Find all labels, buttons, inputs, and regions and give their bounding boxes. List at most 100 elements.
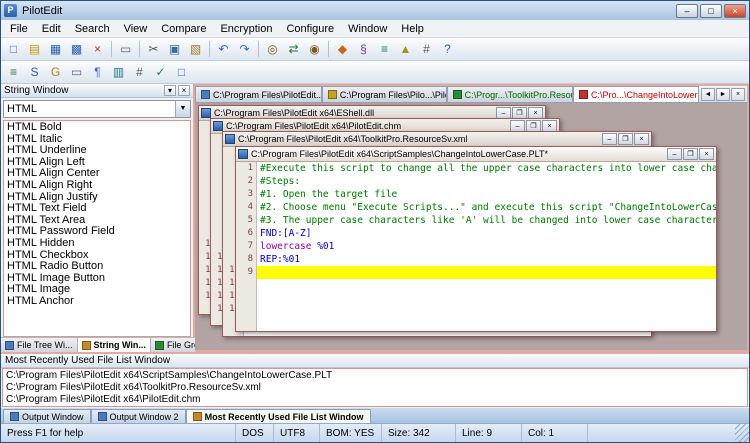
string-list-item[interactable]: HTML Text Field (4, 203, 190, 215)
bottom-tab-3[interactable]: Most Recently Used File List Window (185, 409, 371, 423)
encrypt-icon: ▲ (399, 42, 412, 56)
redo-button[interactable]: ↷ (235, 40, 254, 59)
close-button[interactable]: × (724, 3, 746, 18)
active-gutter: 1 2 3 4 5 6 7 8 9 (236, 162, 257, 331)
undo-icon: ↶ (218, 42, 229, 56)
new-file-button[interactable]: □ (4, 40, 23, 59)
code-line[interactable]: #Steps: (260, 175, 716, 188)
word-wrap-button[interactable]: ¶ (88, 63, 107, 82)
save-button[interactable]: ▦ (46, 40, 65, 59)
string-list-item[interactable]: HTML Radio Button (4, 261, 190, 273)
bookmark-button[interactable]: ◆ (333, 40, 352, 59)
menu-view-button[interactable]: View (117, 21, 155, 37)
cut-button[interactable]: ✂ (144, 40, 163, 59)
chevron-down-icon[interactable]: ▼ (175, 101, 190, 117)
minimize-button[interactable]: – (676, 3, 698, 18)
document-tab-1[interactable]: C:\Program Files\PilotEdit...\EShell.dll (195, 86, 322, 102)
line-number: 8 (247, 254, 253, 264)
copy-button[interactable]: ▣ (165, 40, 184, 59)
menu-help-button[interactable]: Help (394, 21, 431, 37)
menu-configure-button[interactable]: Configure (279, 21, 341, 37)
maximize-button[interactable]: □ (700, 3, 722, 18)
line-number: 2 (247, 176, 253, 186)
open-file-button[interactable]: ▤ (25, 40, 44, 59)
recent-file-item[interactable]: C:\Program Files\PilotEdit x64\ScriptSam… (3, 370, 747, 382)
code-line[interactable]: #1. Open the target file (260, 188, 716, 201)
help-button[interactable]: ? (438, 40, 457, 59)
code-line[interactable]: FND:[A-Z] (260, 227, 716, 240)
panel-menu-button[interactable]: ▾ (164, 85, 176, 96)
document-tab-strip: C:\Program Files\PilotEdit...\EShell.dll… (195, 86, 699, 102)
encrypt-button[interactable]: ▲ (396, 40, 415, 59)
recent-file-item[interactable]: C:\Program Files\PilotEdit x64\ToolkitPr… (3, 382, 747, 394)
menu-file-button[interactable]: File (3, 21, 35, 37)
find-button[interactable]: ◎ (263, 40, 282, 59)
recent-files-title: Most Recently Used File List Window (1, 354, 749, 368)
sidebar-tab-2[interactable]: String Win... (77, 338, 151, 352)
tab-close-button[interactable]: × (731, 88, 745, 101)
save-all-button[interactable]: ▩ (67, 40, 86, 59)
child-restore-button[interactable]: ❐ (683, 148, 698, 160)
child-minimize-button[interactable]: – (602, 133, 617, 145)
paste-button[interactable]: ▧ (186, 40, 205, 59)
menu-search-button[interactable]: Search (68, 21, 117, 37)
undo-button[interactable]: ↶ (214, 40, 233, 59)
sidebar-tab-1[interactable]: File Tree Wi... (1, 338, 78, 352)
string-window-button[interactable]: S (25, 63, 44, 82)
file-tree-window-button[interactable]: ≡ (4, 63, 23, 82)
toolbar-separator (139, 41, 140, 57)
menu-window-button[interactable]: Window (341, 21, 394, 37)
replace-button[interactable]: ⇄ (284, 40, 303, 59)
sidebar-tabs: File Tree Wi... String Win... File Group/.… (1, 337, 224, 352)
column-mode-button[interactable]: ▥ (109, 63, 128, 82)
code-line[interactable]: lowercase %01 (260, 240, 716, 253)
string-list-item[interactable]: HTML Bold (4, 121, 190, 134)
bottom-tab-1[interactable]: Output Window (3, 409, 91, 423)
document-tab-3[interactable]: C:\Progr...\ToolkitPro.ResourceSv.xml (446, 86, 573, 102)
scripts-button[interactable]: § (354, 40, 373, 59)
tab-scroll-left-button[interactable]: ◄ (701, 88, 715, 101)
string-list-item[interactable]: HTML Align Right (4, 179, 190, 192)
print-button[interactable]: ▭ (116, 40, 135, 59)
recent-file-item[interactable]: C:\Program Files\PilotEdit x64\PilotEdit… (3, 394, 747, 406)
full-screen-button[interactable]: □ (172, 63, 191, 82)
find-in-files-button[interactable]: ◉ (305, 40, 324, 59)
code-line[interactable]: #3. The upper case characters like 'A' w… (260, 214, 716, 227)
tab-scroll-right-button[interactable]: ► (716, 88, 730, 101)
string-list: HTML Bold HTML Italic HTML Underline HTML A… (3, 120, 191, 337)
menu-encryption-button[interactable]: Encryption (213, 21, 279, 37)
document-tab-4[interactable]: C:\Pro...\ChangeIntoLowerCase.PLT* (572, 86, 699, 102)
bottom-tab-2[interactable]: Output Window 2 (90, 409, 186, 423)
menu-edit-button[interactable]: Edit (35, 21, 68, 37)
document-window-plt-active[interactable]: C:\Program Files\PilotEdit x64\ScriptSam… (235, 146, 717, 332)
hex-mode-button[interactable]: # (417, 40, 436, 59)
code-line[interactable] (257, 266, 716, 279)
document-tab-2[interactable]: C:\Program Files\Pilo...\PilotEdit.chm (321, 86, 447, 102)
compare-button[interactable]: ≡ (375, 40, 394, 59)
title-bar[interactable]: P PilotEdit – □ × (1, 1, 749, 20)
file-group-window-button[interactable]: G (46, 63, 65, 82)
line-numbers-button[interactable]: # (130, 63, 149, 82)
child-close-button[interactable]: × (634, 133, 649, 145)
code-line[interactable]: #Execute this script to change all the u… (260, 162, 716, 175)
string-window-icon: S (30, 65, 39, 79)
child-minimize-button[interactable]: – (667, 148, 682, 160)
child-restore-button[interactable]: ❐ (618, 133, 633, 145)
resize-grip[interactable] (735, 424, 749, 442)
close-file-button[interactable]: × (88, 40, 107, 59)
code-line[interactable]: REP:%01 (260, 253, 716, 266)
menu-compare-button[interactable]: Compare (154, 21, 213, 37)
output-window-button[interactable]: ▭ (67, 63, 86, 82)
panel-close-button[interactable]: × (178, 85, 190, 96)
child-close-button[interactable]: × (699, 148, 714, 160)
active-code[interactable]: #Execute this script to change all the u… (257, 162, 716, 331)
child-title-bar[interactable]: C:\Program Files\PilotEdit x64\ScriptSam… (236, 147, 716, 162)
string-list-item[interactable]: HTML Hidden (4, 237, 190, 250)
syntax-check-icon: ✓ (155, 65, 166, 79)
code-line[interactable]: #2. Choose menu "Execute Scripts..." and… (260, 201, 716, 214)
syntax-check-button[interactable]: ✓ (151, 63, 170, 82)
hex-mode-icon: # (423, 42, 430, 56)
string-list-item[interactable]: HTML Anchor (4, 295, 190, 308)
child-title-bar[interactable]: C:\Program Files\PilotEdit x64\ToolkitPr… (223, 132, 651, 147)
string-category-dropdown[interactable]: HTML ▼ (3, 100, 191, 118)
